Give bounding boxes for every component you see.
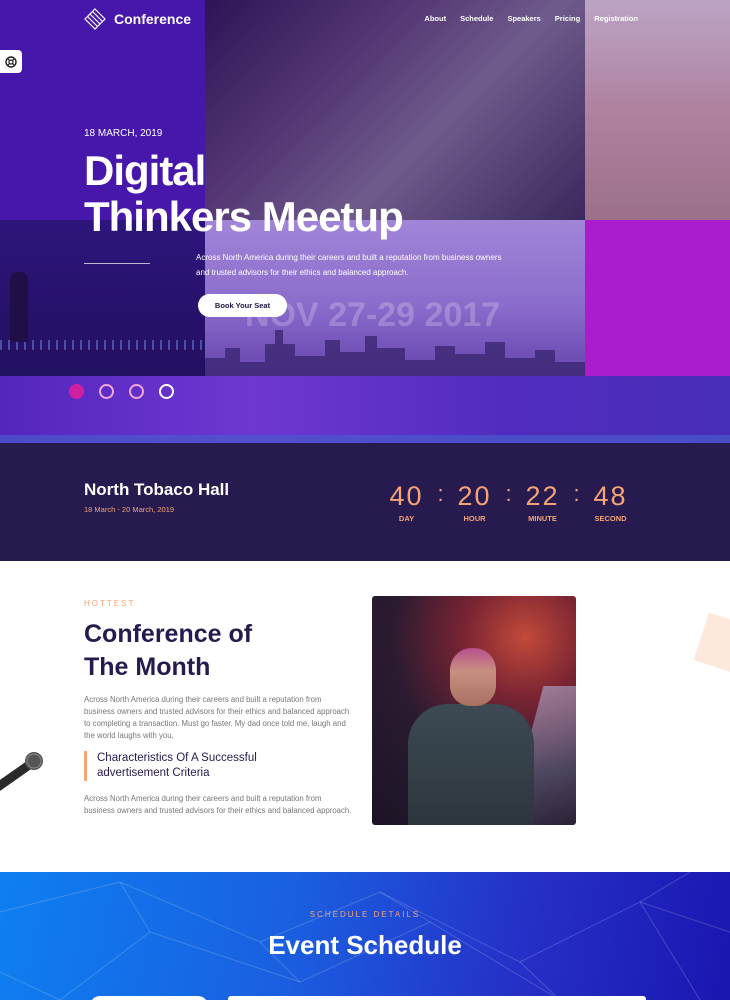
schedule-section: SCHEDULE DETAILS Event Schedule [0, 872, 730, 1000]
countdown: 40 DAY : 20 HOUR : 22 MINUTE : 48 SECOND [384, 481, 633, 523]
feature-title-line2: The Month [84, 653, 211, 681]
feature-eyebrow: HOTTEST [84, 599, 136, 608]
countdown-minute: 22 MINUTE [520, 481, 565, 523]
hero-divider [84, 263, 150, 264]
countdown-second: 48 SECOND [588, 481, 633, 523]
hero-title-line2: Thinkers Meetup [84, 193, 404, 240]
speaker-body [408, 704, 534, 825]
feature-title-line1: Conference of [84, 620, 253, 648]
lifebuoy-icon [5, 55, 17, 68]
countdown-hour: 20 HOUR [452, 481, 497, 523]
schedule-day-tab[interactable] [90, 996, 208, 1000]
brand[interactable]: Conference [84, 8, 191, 30]
schedule-eyebrow: SCHEDULE DETAILS [309, 910, 421, 919]
nav-schedule[interactable]: Schedule [460, 14, 493, 23]
nav-about[interactable]: About [424, 14, 446, 23]
hero-description: Across North America during their career… [196, 253, 502, 277]
countdown-second-value: 48 [593, 481, 628, 511]
countdown-minute-value: 22 [525, 481, 560, 511]
slider-dot-2[interactable] [99, 384, 114, 399]
main-nav: About Schedule Speakers Pricing Registra… [424, 14, 638, 23]
slider-dots [69, 384, 174, 399]
nav-pricing[interactable]: Pricing [555, 14, 580, 23]
feature-paragraph-1: Across North America during their career… [84, 695, 350, 740]
countdown-day-value: 40 [389, 481, 424, 511]
venue-name: North Tobaco Hall [84, 480, 230, 499]
venue-countdown-bar: North Tobaco Hall 18 March - 20 March, 2… [0, 443, 730, 561]
support-button[interactable] [0, 50, 22, 73]
countdown-separator: : [505, 481, 512, 506]
venue-dates: 18 March - 20 March, 2019 [84, 505, 175, 514]
conference-of-month-section: HOTTEST Conference of The Month Across N… [0, 561, 730, 872]
slider-dot-3[interactable] [129, 384, 144, 399]
countdown-separator: : [437, 481, 444, 506]
feature-quote-text: Characteristics Of A Successful advertis… [97, 752, 257, 779]
hero-section: Conference About Schedule Speakers Prici… [0, 0, 730, 443]
feature-title: Conference of The Month [84, 618, 252, 684]
countdown-hour-value: 20 [457, 481, 492, 511]
countdown-separator: : [573, 481, 580, 506]
hero-title-line1: Digital [84, 147, 206, 194]
nav-speakers[interactable]: Speakers [507, 14, 540, 23]
hero-date: 18 MARCH, 2019 [84, 128, 163, 139]
slider-dot-1[interactable] [69, 384, 84, 399]
countdown-day-label: DAY [398, 514, 415, 523]
schedule-panel [228, 996, 646, 1000]
hero-title: Digital Thinkers Meetup [84, 147, 404, 240]
feature-quote: Characteristics Of A Successful advertis… [84, 751, 287, 781]
slider-dot-4[interactable] [159, 384, 174, 399]
speaker-head [450, 648, 496, 706]
decorative-square [693, 612, 730, 676]
book-seat-button[interactable]: Book Your Seat [198, 294, 287, 317]
microphone-icon [0, 752, 43, 792]
countdown-hour-label: HOUR [463, 514, 486, 523]
speaker-photo [372, 596, 576, 825]
feature-paragraph-2: Across North America during their career… [84, 794, 352, 815]
countdown-second-label: SECOND [594, 514, 627, 523]
diamond-logo-icon [84, 8, 106, 30]
brand-name: Conference [114, 11, 192, 27]
countdown-minute-label: MINUTE [528, 514, 557, 523]
nav-registration[interactable]: Registration [594, 14, 638, 23]
schedule-title: Event Schedule [268, 930, 462, 960]
countdown-day: 40 DAY [384, 481, 429, 523]
